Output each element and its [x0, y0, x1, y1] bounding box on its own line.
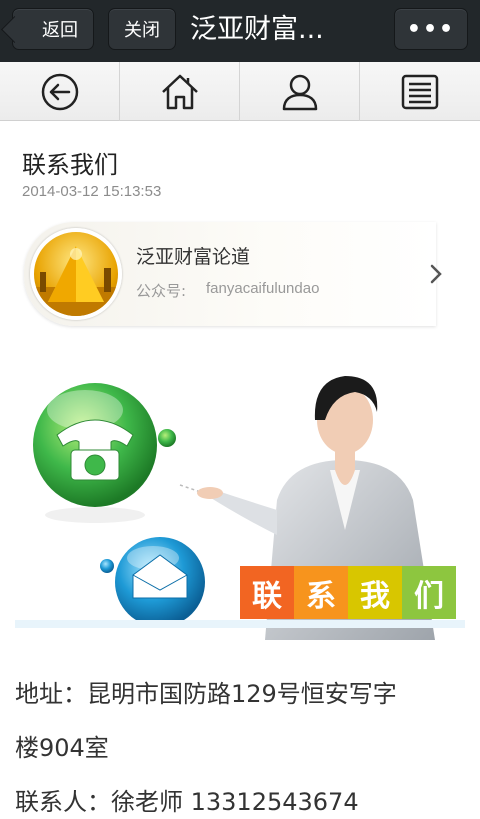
account-avatar: [30, 228, 122, 320]
close-button-label: 关闭: [124, 20, 160, 41]
account-id-label: 公众号:: [136, 282, 187, 300]
nav-home[interactable]: [120, 62, 240, 121]
pyramid-logo-icon: [34, 246, 118, 316]
nav-back[interactable]: [0, 62, 120, 121]
nav-user[interactable]: [240, 62, 360, 121]
article-title: 联系我们: [22, 151, 118, 179]
address-line-1: 地址：昆明市国防路129号恒安写字: [15, 680, 397, 708]
address-line-2: 楼904室: [15, 734, 109, 762]
icon-nav-bar: [0, 62, 480, 121]
account-card[interactable]: 泛亚财富论道 公众号: fanyacaifulundao: [24, 222, 436, 326]
article-date: 2014-03-12 15:13:53: [22, 183, 162, 200]
contact-line: 联系人：徐老师 13312543674: [15, 788, 359, 816]
banner-word-1: 联: [240, 566, 294, 619]
close-button[interactable]: 关闭: [108, 8, 176, 50]
page-title: 泛亚财富...: [190, 14, 324, 45]
home-icon: [161, 74, 198, 109]
user-icon: [282, 74, 317, 110]
list-icon: [401, 74, 439, 109]
nav-list[interactable]: [360, 62, 480, 121]
banner-word-4: 们: [402, 566, 456, 619]
chevron-right-icon[interactable]: [428, 262, 444, 286]
more-button[interactable]: •••: [394, 8, 468, 50]
title-bar: 返回 关闭 泛亚财富... •••: [0, 0, 480, 62]
more-icon: •••: [406, 16, 456, 42]
banner-word-2: 系: [294, 566, 348, 619]
account-name: 泛亚财富论道: [136, 246, 251, 268]
back-circle-icon: [41, 73, 78, 110]
banner-word-3: 我: [348, 566, 402, 619]
account-id: fanyacaifulundao: [206, 280, 320, 297]
back-button[interactable]: 返回: [12, 8, 94, 50]
back-button-label: 返回: [42, 20, 78, 41]
